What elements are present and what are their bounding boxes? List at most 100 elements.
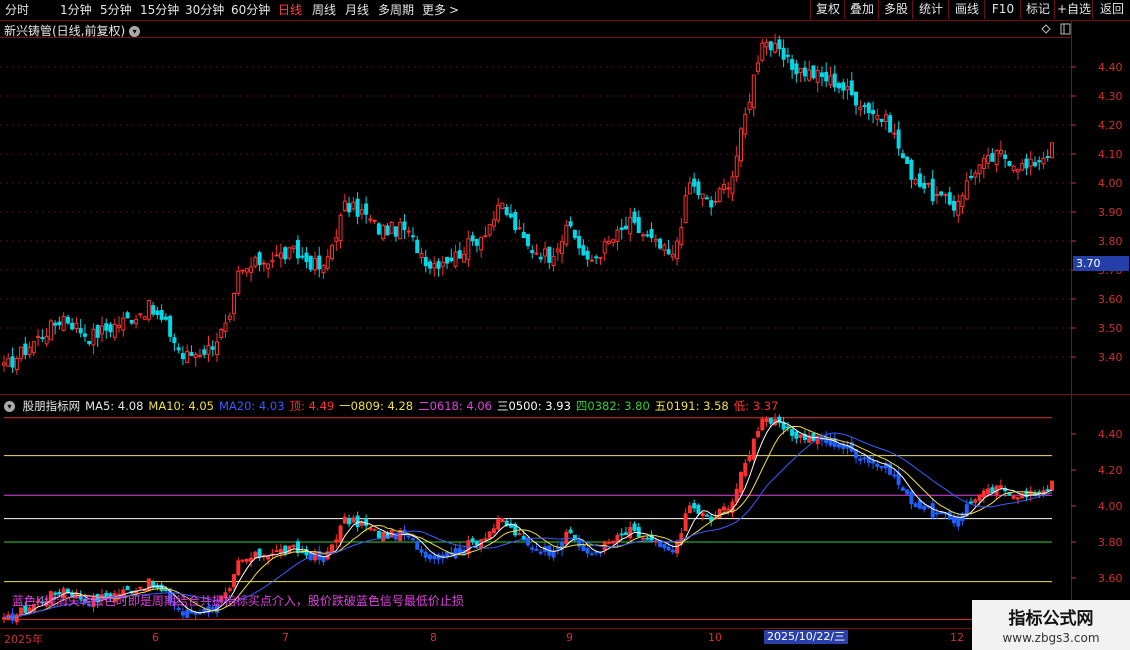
candle-upper <box>649 229 654 239</box>
candle-upper <box>99 325 104 335</box>
candle-upper <box>440 262 445 267</box>
candle-upper <box>146 299 151 320</box>
diamond-icon <box>1041 24 1051 34</box>
candle-upper <box>104 323 109 331</box>
candle-upper <box>632 211 637 223</box>
candle-upper <box>811 65 816 79</box>
candle-upper <box>44 335 49 345</box>
candle-upper <box>543 248 548 257</box>
candle-lower <box>432 555 437 560</box>
candle-upper <box>1037 160 1042 163</box>
candle-upper <box>555 248 560 253</box>
candle-lower <box>342 516 347 524</box>
candle-lower <box>998 485 1003 489</box>
candle-upper <box>611 239 616 244</box>
candle-lower <box>351 517 356 523</box>
candle-lower <box>406 535 411 538</box>
legend-item-7: 三0500: 3.93 <box>496 399 571 413</box>
candle-upper <box>900 153 905 159</box>
candle-upper <box>760 42 765 61</box>
candle-lower <box>641 537 646 540</box>
candle-upper <box>31 341 36 354</box>
candle-upper <box>449 257 454 262</box>
candle-lower <box>751 438 756 460</box>
watermark-title: 指标公式网 <box>1008 609 1094 629</box>
candle-upper <box>389 221 394 234</box>
price-tick-upper-2: 4.20 <box>1098 119 1123 132</box>
candle-upper <box>134 318 139 325</box>
indicator-legend: ▾ 股朋指标网 MA5: 4.08 MA10: 4.05 MA20: 4.03 顶: 4… <box>4 398 783 413</box>
candle-upper <box>798 67 803 73</box>
candle-upper <box>487 224 492 236</box>
candle-lower <box>274 550 279 553</box>
candle-lower <box>364 518 369 526</box>
candle-lower <box>930 503 935 518</box>
candle-upper <box>845 86 850 91</box>
candle-upper <box>666 249 671 255</box>
candle-lower <box>423 551 428 558</box>
candle-upper <box>717 188 722 202</box>
candle-lower <box>760 418 765 431</box>
candle-lower <box>636 526 641 538</box>
candle-lower <box>6 614 11 621</box>
candle-lower <box>453 548 458 559</box>
candle-upper <box>585 250 590 260</box>
candle-upper <box>206 345 211 355</box>
legend-item-4: 顶: 4.49 <box>289 399 335 413</box>
candle-upper <box>1045 156 1050 159</box>
candle-upper <box>125 312 130 319</box>
candle-upper <box>751 74 756 109</box>
candle-upper <box>704 197 709 200</box>
candle-lower <box>508 524 513 528</box>
kline-chart[interactable]: 4.40 4.30 4.20 4.10 4.00 3.90 3.80 3.70 3.60 3.50… <box>0 0 1130 650</box>
legend-item-1: MA5: 4.08 <box>85 399 144 413</box>
candle-upper <box>61 315 66 331</box>
candle-upper <box>905 156 910 164</box>
candle-upper <box>483 235 488 238</box>
legend-item-3: MA20: 4.03 <box>218 399 285 413</box>
candle-upper <box>517 227 522 230</box>
candle-upper <box>986 154 991 164</box>
candle-lower <box>768 417 773 424</box>
candle-lower <box>428 554 433 560</box>
candle-upper <box>381 224 386 240</box>
candle-upper <box>108 324 113 333</box>
candle-upper <box>909 159 914 180</box>
candle-upper <box>866 103 871 114</box>
candle-upper <box>862 104 867 107</box>
indicator-menu-icon[interactable]: ▾ <box>4 401 15 412</box>
candle-upper <box>956 201 961 216</box>
candle-upper <box>641 234 646 237</box>
candle-upper <box>513 211 518 231</box>
candle-lower <box>334 539 339 543</box>
candle-upper <box>807 69 812 81</box>
candle-upper <box>274 254 279 257</box>
candle-upper <box>155 310 160 316</box>
candle-lower <box>905 489 910 495</box>
candle-upper <box>824 72 829 82</box>
candle-upper <box>747 101 752 111</box>
candle-lower <box>1011 495 1016 499</box>
candle-upper <box>500 202 505 209</box>
candle-lower <box>589 553 594 556</box>
candle-upper <box>1024 158 1029 169</box>
candle-upper <box>785 54 790 57</box>
candle-lower <box>278 549 283 554</box>
candle-upper <box>888 115 893 133</box>
candle-upper <box>619 227 624 230</box>
candle-upper <box>526 233 530 247</box>
candle-lower <box>692 503 697 509</box>
candle-lower <box>726 508 731 511</box>
candle-lower <box>632 523 637 531</box>
candle-upper <box>291 245 296 250</box>
candle-upper <box>163 316 168 320</box>
candle-lower <box>981 490 986 498</box>
candle-lower <box>295 541 300 553</box>
candle-upper <box>180 353 185 360</box>
candle-lower <box>909 491 914 505</box>
price-tick-upper-9: 3.50 <box>1098 322 1123 335</box>
candle-lower <box>266 555 271 560</box>
candle-lower <box>491 528 496 534</box>
candle-upper <box>1003 154 1008 159</box>
candle-lower <box>871 460 876 464</box>
